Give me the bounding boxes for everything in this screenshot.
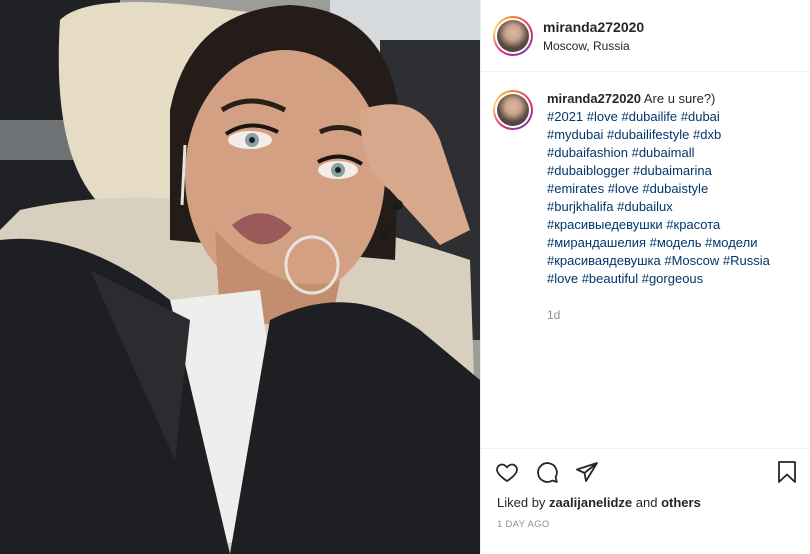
hashtag-line: #dubaifashion #dubaimall xyxy=(547,144,797,162)
hashtag-link[interactable]: #красивыедевушки xyxy=(547,217,663,232)
action-bar: Liked by zaalijanelidze and others 1 DAY… xyxy=(481,448,810,548)
post-date[interactable]: 1 DAY AGO xyxy=(497,519,550,530)
hashtag-link[interactable]: #emirates xyxy=(547,181,604,196)
hashtag-line: #mydubai #dubailifestyle #dxb xyxy=(547,126,797,144)
hashtag-line: #burjkhalifa #dubailux xyxy=(547,198,797,216)
hashtag-link[interactable]: #dubailux xyxy=(617,199,673,214)
hashtag-link[interactable]: #dubailifestyle xyxy=(607,127,689,142)
hashtag-link[interactable]: #мирандашелия xyxy=(547,235,646,250)
caption-username[interactable]: miranda272020 xyxy=(547,91,641,106)
hashtag-link[interactable]: #burjkhalifa xyxy=(547,199,614,214)
hashtag-line: #мирандашелия #модель #модели xyxy=(547,234,797,252)
hashtag-line: #красивыедевушки #красота xyxy=(547,216,797,234)
hashtag-link[interactable]: #beautiful xyxy=(582,271,638,286)
hashtag-link[interactable]: #Russia xyxy=(723,253,770,268)
comment-age[interactable]: 1d xyxy=(547,306,797,324)
liked-by-others[interactable]: others xyxy=(661,495,701,510)
post-sidebar: miranda272020 Moscow, Russia miranda2720… xyxy=(480,0,810,554)
hashtag-line: #dubaiblogger #dubaimarina xyxy=(547,162,797,180)
header-location[interactable]: Moscow, Russia xyxy=(543,38,644,54)
hashtag-link[interactable]: #Moscow xyxy=(664,253,719,268)
hashtag-line: #красиваядевушка #Moscow #Russia xyxy=(547,252,797,270)
share-icon[interactable] xyxy=(575,460,599,484)
hashtag-link[interactable]: #2021 xyxy=(547,109,583,124)
hashtag-link[interactable]: #dxb xyxy=(693,127,721,142)
comment-icon[interactable] xyxy=(535,460,559,484)
hashtag-link[interactable]: #красиваядевушка xyxy=(547,253,661,268)
hashtag-link[interactable]: #mydubai xyxy=(547,127,603,142)
hashtag-link[interactable]: #love xyxy=(608,181,639,196)
caption-comment: miranda272020 Are u sure?) #2021 #love #… xyxy=(493,90,803,324)
hashtag-line: #love #beautiful #gorgeous xyxy=(547,270,797,288)
hashtag-link[interactable]: #dubaimarina xyxy=(633,163,712,178)
hashtag-line: #emirates #love #dubaistyle xyxy=(547,180,797,198)
header-username[interactable]: miranda272020 xyxy=(543,18,644,36)
hashtag-link[interactable]: #dubaistyle xyxy=(642,181,708,196)
hashtag-link[interactable]: #gorgeous xyxy=(642,271,703,286)
hashtag-link[interactable]: #dubailife xyxy=(621,109,677,124)
hashtag-link[interactable]: #dubaiblogger xyxy=(547,163,629,178)
hashtag-link[interactable]: #модель xyxy=(650,235,702,250)
liked-by-text: Liked by zaalijanelidze and others xyxy=(497,495,701,510)
hashtag-line: #2021 #love #dubailife #dubai xyxy=(547,108,797,126)
post-header: miranda272020 Moscow, Russia xyxy=(481,0,810,72)
hashtag-link[interactable]: #dubai xyxy=(681,109,720,124)
hashtag-list: #2021 #love #dubailife #dubai #mydubai #d… xyxy=(547,108,797,288)
liked-by-prefix: Liked by xyxy=(497,495,546,510)
heart-icon[interactable] xyxy=(495,460,519,484)
instagram-post: miranda272020 Moscow, Russia miranda2720… xyxy=(0,0,810,554)
selfie-image xyxy=(0,0,480,554)
hashtag-link[interactable]: #dubaimall xyxy=(632,145,695,160)
caption-avatar[interactable] xyxy=(493,90,533,130)
caption-text: Are u sure?) xyxy=(643,91,716,106)
bookmark-icon[interactable] xyxy=(775,460,799,484)
post-photo[interactable] xyxy=(0,0,480,554)
hashtag-link[interactable]: #модели xyxy=(705,235,757,250)
hashtag-link[interactable]: #красота xyxy=(666,217,720,232)
liked-by-and: and xyxy=(635,495,658,510)
hashtag-link[interactable]: #dubaifashion xyxy=(547,145,628,160)
hashtag-link[interactable]: #love xyxy=(547,271,578,286)
liked-by-user[interactable]: zaalijanelidze xyxy=(549,495,632,510)
hashtag-link[interactable]: #love xyxy=(587,109,618,124)
avatar[interactable] xyxy=(493,15,533,56)
